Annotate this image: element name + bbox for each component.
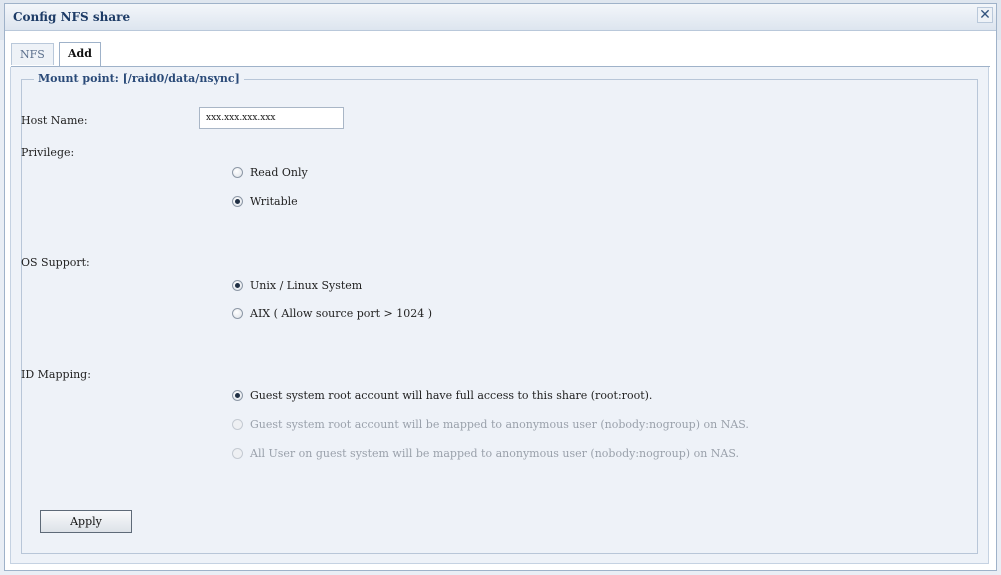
dialog-title: Config NFS share	[13, 10, 131, 24]
mount-point-legend: Mount point: [/raid0/data/nsync]	[34, 72, 244, 85]
close-icon[interactable]: ✕	[977, 7, 993, 23]
tab-bar: NFS Add	[11, 41, 990, 67]
tab-add[interactable]: Add	[59, 42, 101, 66]
privilege-option-read-only[interactable]: Read Only	[232, 166, 308, 179]
radio-unix-linux[interactable]	[232, 280, 243, 291]
os-option-aix[interactable]: AIX ( Allow source port > 1024 )	[232, 307, 432, 320]
radio-root-anonymous	[232, 419, 243, 430]
tab-nfs[interactable]: NFS	[11, 43, 54, 65]
os-option-unix-linux[interactable]: Unix / Linux System	[232, 279, 362, 292]
root-full-access-label: Guest system root account will have full…	[250, 389, 653, 402]
os-support-label: OS Support:	[21, 256, 90, 269]
radio-root-full-access[interactable]	[232, 390, 243, 401]
aix-label: AIX ( Allow source port > 1024 )	[250, 307, 433, 320]
id-mapping-option-root-anonymous: Guest system root account will be mapped…	[232, 418, 749, 431]
unix-linux-label: Unix / Linux System	[250, 279, 363, 292]
host-name-label: Host Name:	[21, 114, 88, 127]
apply-button[interactable]: Apply	[40, 510, 132, 533]
id-mapping-label: ID Mapping:	[21, 368, 91, 381]
radio-all-anonymous	[232, 448, 243, 459]
writable-label: Writable	[250, 195, 298, 208]
radio-aix[interactable]	[232, 308, 243, 319]
all-anonymous-label: All User on guest system will be mapped …	[250, 447, 740, 460]
id-mapping-option-all-anonymous: All User on guest system will be mapped …	[232, 447, 739, 460]
privilege-label: Privilege:	[21, 146, 75, 159]
radio-writable[interactable]	[232, 196, 243, 207]
root-anonymous-label: Guest system root account will be mapped…	[250, 418, 749, 431]
radio-read-only[interactable]	[232, 167, 243, 178]
read-only-label: Read Only	[250, 166, 308, 179]
mount-point-fieldset: Mount point: [/raid0/data/nsync]	[21, 72, 978, 554]
host-name-input[interactable]	[199, 107, 344, 129]
id-mapping-option-root[interactable]: Guest system root account will have full…	[232, 389, 652, 402]
add-panel: Mount point: [/raid0/data/nsync]	[10, 67, 989, 564]
dialog-titlebar: Config NFS share ✕	[5, 4, 996, 31]
privilege-option-writable[interactable]: Writable	[232, 195, 298, 208]
